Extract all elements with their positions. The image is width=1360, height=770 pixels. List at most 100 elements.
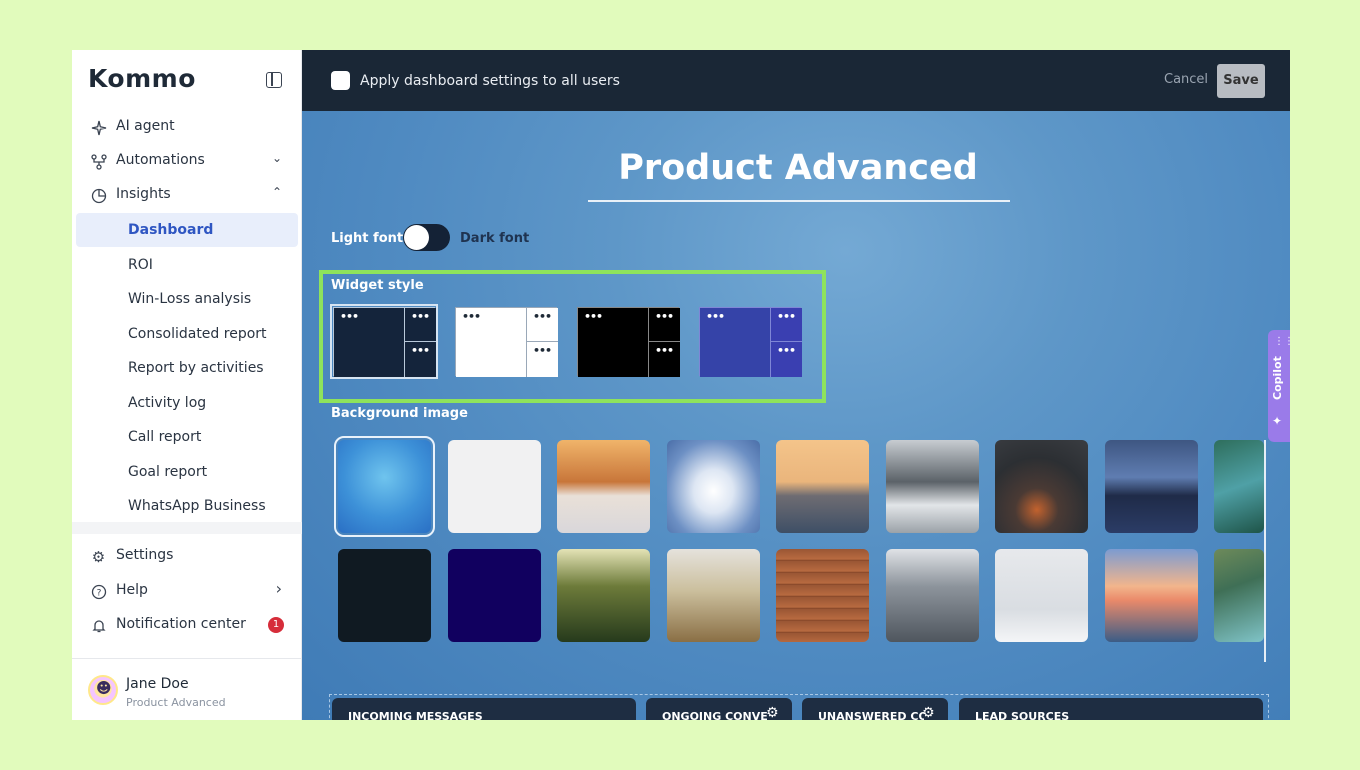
- sub-label: Goal report: [128, 464, 208, 480]
- more-icon: •••: [533, 344, 552, 357]
- sidebar-sub-roi[interactable]: ROI: [76, 248, 298, 282]
- widget-style-black[interactable]: ••• ••• •••: [577, 307, 680, 377]
- sub-label: Report by activities: [128, 360, 264, 376]
- gear-icon: ⚙: [91, 547, 106, 566]
- more-icon: •••: [340, 310, 359, 323]
- widget-label: INCOMING MESSAGES: [348, 710, 483, 720]
- style-side-pane: •••: [404, 342, 436, 377]
- more-icon: •••: [777, 344, 796, 357]
- widget-style-white[interactable]: ••• ••• •••: [455, 307, 558, 377]
- flow-icon: [90, 153, 107, 170]
- sidebar-sub-goal-report[interactable]: Goal report: [76, 455, 298, 489]
- background-light-gray[interactable]: [448, 440, 541, 533]
- background-dark-slate[interactable]: [338, 549, 431, 642]
- sidebar-sub-win-loss[interactable]: Win-Loss analysis: [76, 282, 298, 316]
- sidebar-sub-dashboard[interactable]: Dashboard: [76, 213, 298, 247]
- background-winter-tree[interactable]: [995, 549, 1088, 642]
- background-tropical-cliffs[interactable]: [1214, 549, 1264, 642]
- background-forest-sunlight[interactable]: [557, 549, 650, 642]
- user-role: Product Advanced: [126, 696, 226, 709]
- copilot-tab[interactable]: ⋮⋮ Copilot ✦: [1268, 330, 1290, 442]
- sub-label: Call report: [128, 429, 202, 445]
- sidebar-item-label: Insights: [116, 186, 171, 202]
- widget-label: ONGOING CONVERSATIONS: [662, 710, 768, 720]
- style-side-pane: •••: [770, 342, 802, 377]
- save-button[interactable]: Save: [1217, 64, 1265, 98]
- sidebar-item-insights[interactable]: Insights ⌃: [76, 178, 298, 212]
- background-wheat-field[interactable]: [667, 549, 760, 642]
- help-icon: ?: [90, 583, 107, 600]
- sidebar-sub-whatsapp[interactable]: WhatsApp Business: [76, 489, 298, 523]
- background-deep-indigo[interactable]: [448, 549, 541, 642]
- sub-label: Consolidated report: [128, 326, 267, 342]
- sidebar-collapse-icon[interactable]: [266, 72, 282, 88]
- background-sunset-sea[interactable]: [776, 440, 869, 533]
- pie-chart-icon: [90, 187, 107, 204]
- sidebar-item-notifications[interactable]: Notification center 1: [76, 608, 298, 642]
- background-image-label: Background image: [331, 406, 468, 421]
- app-window: Kommo AI agent Automations ⌄ Insights ⌃ …: [72, 50, 1290, 720]
- chevron-down-icon: ⌄: [271, 151, 282, 165]
- gear-icon[interactable]: ⚙: [766, 705, 779, 720]
- background-clouds-sunbeams[interactable]: [667, 440, 760, 533]
- kommo-logo[interactable]: Kommo: [88, 64, 196, 93]
- background-rainy-window-night[interactable]: [995, 440, 1088, 533]
- sidebar-item-ai-agent[interactable]: AI agent: [76, 110, 298, 144]
- sub-label: WhatsApp Business: [128, 498, 266, 514]
- more-icon: •••: [655, 310, 674, 323]
- more-icon: •••: [655, 344, 674, 357]
- sidebar-sub-activity-log[interactable]: Activity log: [76, 386, 298, 420]
- dashboard-settings-panel: Apply dashboard settings to all users Ca…: [302, 50, 1290, 720]
- widget-unanswered-conversations[interactable]: UNANSWERED CONVERSATIONS⚙: [802, 698, 948, 720]
- background-golden-gate-bridge[interactable]: [557, 440, 650, 533]
- user-profile[interactable]: Jane Doe Product Advanced: [72, 658, 302, 720]
- sidebar-sub-report-activities[interactable]: Report by activities: [76, 351, 298, 385]
- widget-style-label: Widget style: [331, 278, 424, 293]
- sparkle-icon: ✦: [1272, 414, 1283, 428]
- more-icon: •••: [411, 310, 430, 323]
- logo-row: Kommo: [72, 50, 302, 110]
- style-main-pane: •••: [334, 308, 404, 377]
- widget-lead-sources[interactable]: LEAD SOURCES: [959, 698, 1263, 720]
- apply-all-users-checkbox[interactable]: [331, 71, 350, 90]
- sub-label: Activity log: [128, 395, 207, 411]
- gear-icon[interactable]: ⚙: [922, 705, 935, 720]
- background-blue-gradient[interactable]: [334, 436, 435, 537]
- background-coastal-road[interactable]: [1214, 440, 1264, 533]
- sub-label: Dashboard: [128, 222, 214, 238]
- sidebar-item-label: Settings: [116, 547, 174, 563]
- more-icon: •••: [462, 310, 481, 323]
- background-city-skyline-night[interactable]: [1105, 440, 1198, 533]
- sidebar: Kommo AI agent Automations ⌄ Insights ⌃ …: [72, 50, 302, 720]
- background-aerial-city[interactable]: [886, 549, 979, 642]
- background-misty-mountain[interactable]: [886, 440, 979, 533]
- sidebar-item-label: Notification center: [116, 616, 246, 632]
- widget-style-indigo[interactable]: ••• ••• •••: [699, 307, 802, 377]
- widget-ongoing-conversations[interactable]: ONGOING CONVERSATIONS⚙: [646, 698, 792, 720]
- settings-topbar: Apply dashboard settings to all users Ca…: [302, 50, 1290, 111]
- title-underline: [588, 200, 1010, 202]
- sidebar-item-label: Help: [116, 582, 148, 598]
- font-toggle[interactable]: [403, 224, 450, 251]
- drag-handle-icon[interactable]: ⋮⋮: [1274, 337, 1290, 347]
- apply-all-users-label: Apply dashboard settings to all users: [360, 73, 620, 89]
- avatar: [88, 675, 118, 705]
- dark-font-label: Dark font: [460, 231, 530, 246]
- widget-incoming-messages[interactable]: INCOMING MESSAGES: [332, 698, 636, 720]
- style-side-pane: •••: [404, 308, 436, 342]
- sidebar-item-automations[interactable]: Automations ⌄: [76, 144, 298, 178]
- sidebar-divider: [72, 522, 302, 534]
- background-sea-sunset[interactable]: [1105, 549, 1198, 642]
- background-wood-planks[interactable]: [776, 549, 869, 642]
- background-scrollbar[interactable]: [1264, 440, 1266, 662]
- widget-style-dark-navy[interactable]: ••• ••• •••: [330, 304, 438, 379]
- style-side-pane: •••: [526, 342, 558, 377]
- more-icon: •••: [584, 310, 603, 323]
- sidebar-item-help[interactable]: ? Help ›: [76, 574, 298, 608]
- dashboard-title-input[interactable]: Product Advanced: [588, 148, 1008, 188]
- cancel-button[interactable]: Cancel: [1164, 72, 1208, 87]
- chevron-right-icon: ›: [275, 579, 282, 598]
- sidebar-sub-call-report[interactable]: Call report: [76, 420, 298, 454]
- sidebar-item-settings[interactable]: ⚙ Settings: [76, 539, 298, 573]
- sidebar-sub-consolidated[interactable]: Consolidated report: [76, 317, 298, 351]
